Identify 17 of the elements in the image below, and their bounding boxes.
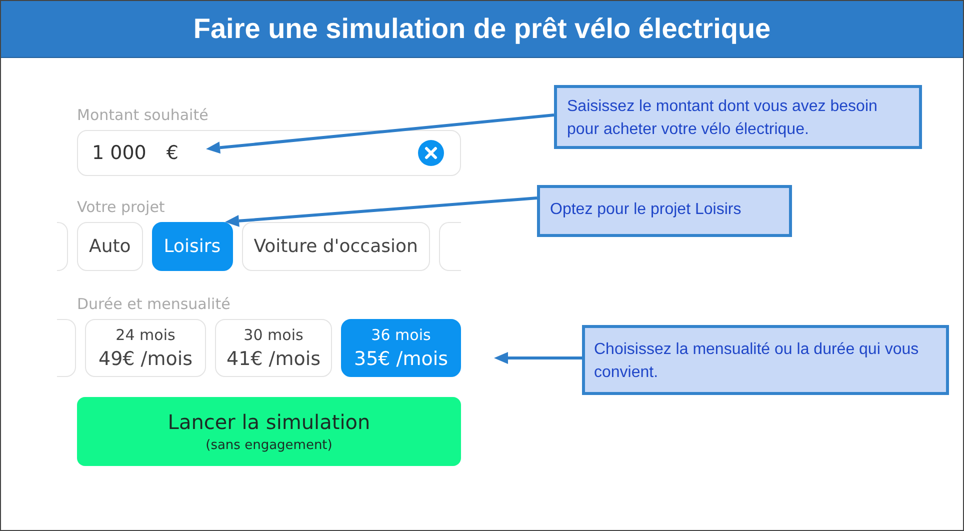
duration-chip[interactable]: 24 mois 49€ /mois: [85, 319, 206, 377]
callout-note: Optez pour le projet Loisirs: [537, 185, 792, 237]
project-chip[interactable]: [57, 222, 68, 271]
callout-note: Choisissez la mensualité ou la durée qui vous convient.: [582, 325, 949, 395]
clear-icon[interactable]: [418, 140, 444, 166]
project-chip[interactable]: [438, 222, 461, 271]
field-label: Durée et mensualité: [77, 295, 232, 313]
amount-field[interactable]: 1 000 €: [77, 130, 461, 176]
duration-chip[interactable]: [57, 319, 76, 377]
field-label: Montant souhaité: [77, 106, 210, 124]
callout-note: Saisissez le montant dont vous avez besoin pour acheter votre vélo électrique.: [554, 85, 922, 149]
duration-chip[interactable]: 30 mois 41€ /mois: [215, 319, 332, 377]
field-label: Votre projet: [77, 198, 166, 216]
project-chip[interactable]: Auto: [77, 222, 143, 271]
project-chip[interactable]: Voiture d'occasion: [242, 222, 430, 271]
page-title: Faire une simulation de prêt vélo électrique: [1, 1, 963, 58]
simulate-button[interactable]: Lancer la simulation (sans engagement): [77, 397, 461, 466]
